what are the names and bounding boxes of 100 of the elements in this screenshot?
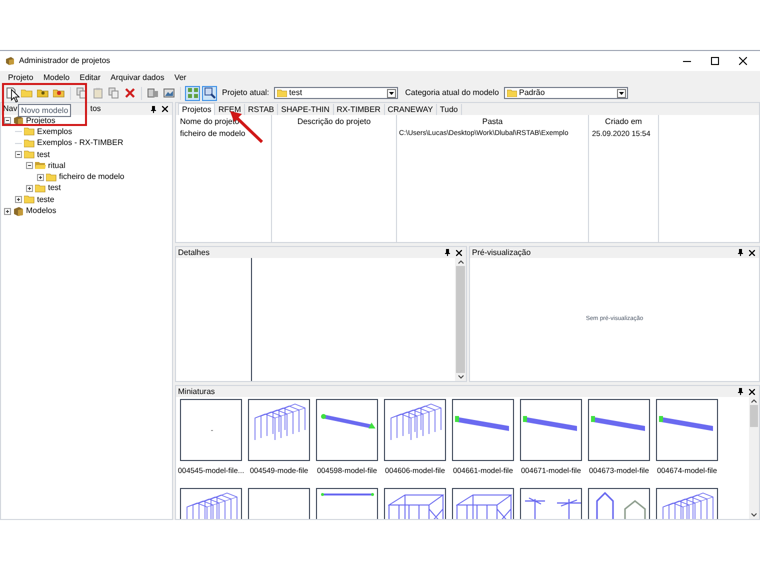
menu-item[interactable]: Editar xyxy=(80,72,101,84)
scrollbar[interactable] xyxy=(455,258,466,381)
tree-item[interactable]: Projetos xyxy=(26,114,56,127)
menu-item[interactable]: Projeto xyxy=(8,72,34,84)
folder-icon xyxy=(53,87,65,99)
folder-icon xyxy=(37,87,49,99)
tooltip: Novo modelo xyxy=(18,104,72,117)
tree-item[interactable]: test xyxy=(48,182,61,194)
folder-icon xyxy=(24,150,35,160)
dropdown-arrow-icon xyxy=(616,88,626,98)
tree-item[interactable]: ficheiro de modelo xyxy=(59,171,124,184)
expand-icon[interactable] xyxy=(4,208,11,215)
close-icon[interactable] xyxy=(749,250,755,256)
pin-icon[interactable] xyxy=(445,249,450,256)
structure-drawing xyxy=(320,412,376,429)
structure-drawing xyxy=(320,492,374,497)
folder-icon xyxy=(46,172,57,182)
tab[interactable]: Tudo xyxy=(436,104,462,115)
expand-icon[interactable] xyxy=(15,196,22,204)
tab[interactable]: Projetos xyxy=(178,103,216,115)
folder-icon xyxy=(21,87,33,99)
maximize-icon[interactable] xyxy=(711,57,719,65)
panel-title: tos xyxy=(90,103,101,115)
model-thumbnail[interactable] xyxy=(316,399,378,461)
structure-drawing xyxy=(590,415,646,432)
structure-drawing xyxy=(522,415,578,432)
close-icon[interactable] xyxy=(739,57,747,65)
tab[interactable]: CRANEWAY xyxy=(384,104,437,115)
scroll-up-icon[interactable] xyxy=(458,260,464,264)
model-thumbnail[interactable] xyxy=(452,399,514,461)
collapse-icon[interactable] xyxy=(4,117,11,124)
dropdown-arrow-icon xyxy=(387,88,396,98)
pin-icon[interactable] xyxy=(151,106,156,112)
tree-item[interactable]: Modelos xyxy=(26,205,56,218)
tree-item[interactable]: Exemplos - RX-TIMBER xyxy=(37,137,124,150)
model-thumbnail[interactable] xyxy=(384,399,446,461)
collapse-icon[interactable] xyxy=(26,162,33,170)
panel-title: Detalhes xyxy=(178,246,210,258)
category-dropdown[interactable]: Padrão xyxy=(504,87,628,99)
model-thumbnail[interactable] xyxy=(520,399,582,461)
collapse-icon[interactable] xyxy=(15,151,22,158)
pin-icon[interactable] xyxy=(738,249,743,256)
column-header[interactable]: Descrição do projeto xyxy=(272,116,396,128)
close-icon[interactable] xyxy=(456,250,462,256)
structure-drawing xyxy=(186,492,238,519)
structure-drawing xyxy=(390,403,442,441)
model-thumbnail[interactable] xyxy=(588,399,650,461)
model-thumbnail[interactable] xyxy=(180,399,242,461)
structure-drawing xyxy=(254,403,306,441)
toolbar-button[interactable] xyxy=(202,86,217,100)
expand-icon[interactable] xyxy=(37,174,44,181)
column-header[interactable]: Criado em xyxy=(589,116,658,128)
menu-item[interactable]: Modelo xyxy=(43,72,70,84)
close-icon[interactable] xyxy=(162,106,168,112)
model-thumbnail[interactable] xyxy=(248,399,310,461)
box-icon xyxy=(13,206,24,216)
folder-icon xyxy=(24,195,35,204)
menu-item[interactable]: Arquivar dados xyxy=(110,72,164,84)
tree-item[interactable]: ritual xyxy=(48,160,66,172)
clipboard-icon xyxy=(92,87,104,99)
app-icon xyxy=(5,56,15,66)
column-header[interactable]: Pasta xyxy=(397,116,588,128)
scrollbar[interactable] xyxy=(749,397,759,519)
minimize-icon[interactable] xyxy=(683,60,691,62)
tree-item[interactable]: Exemplos xyxy=(37,126,72,138)
scroll-up-icon[interactable] xyxy=(751,399,757,403)
structure-drawing xyxy=(210,429,214,432)
box-icon xyxy=(13,116,24,126)
close-icon[interactable] xyxy=(749,388,755,394)
tab[interactable]: RSTAB xyxy=(245,104,278,115)
folder-icon xyxy=(24,138,35,148)
project-label: Projeto atual: xyxy=(222,87,270,99)
pin-icon[interactable] xyxy=(738,388,743,395)
export-icon xyxy=(147,87,159,99)
folder-icon xyxy=(24,127,35,136)
grid-icon xyxy=(186,87,198,99)
scroll-down-icon[interactable] xyxy=(751,513,757,517)
scroll-down-icon[interactable] xyxy=(458,375,464,379)
expand-icon[interactable] xyxy=(26,184,33,192)
window-title: Administrador de projetos xyxy=(19,55,110,67)
folder-icon xyxy=(35,184,46,193)
tab[interactable]: RX-TIMBER xyxy=(334,104,385,115)
open-folder-icon xyxy=(35,161,46,170)
structure-drawing xyxy=(524,497,581,519)
panel-title: Miniaturas xyxy=(178,386,215,398)
copy-icon xyxy=(108,87,120,99)
tree-item[interactable]: teste xyxy=(37,194,54,206)
structure-drawing xyxy=(454,415,510,432)
category-label: Categoria atual do modelo xyxy=(405,87,499,99)
scroll-thumb[interactable] xyxy=(456,266,465,373)
folder-icon xyxy=(277,89,288,97)
model-thumbnail[interactable] xyxy=(656,399,718,461)
folder-icon xyxy=(506,89,517,97)
project-dropdown[interactable]: test xyxy=(274,87,398,99)
tree-item[interactable]: test xyxy=(37,148,50,161)
copy-icon xyxy=(76,87,88,99)
tab[interactable]: SHAPE-THIN xyxy=(278,104,334,115)
scroll-thumb[interactable] xyxy=(750,405,758,427)
column-header[interactable]: Nome do projeto xyxy=(176,116,271,128)
menu-item[interactable]: Ver xyxy=(174,72,186,84)
